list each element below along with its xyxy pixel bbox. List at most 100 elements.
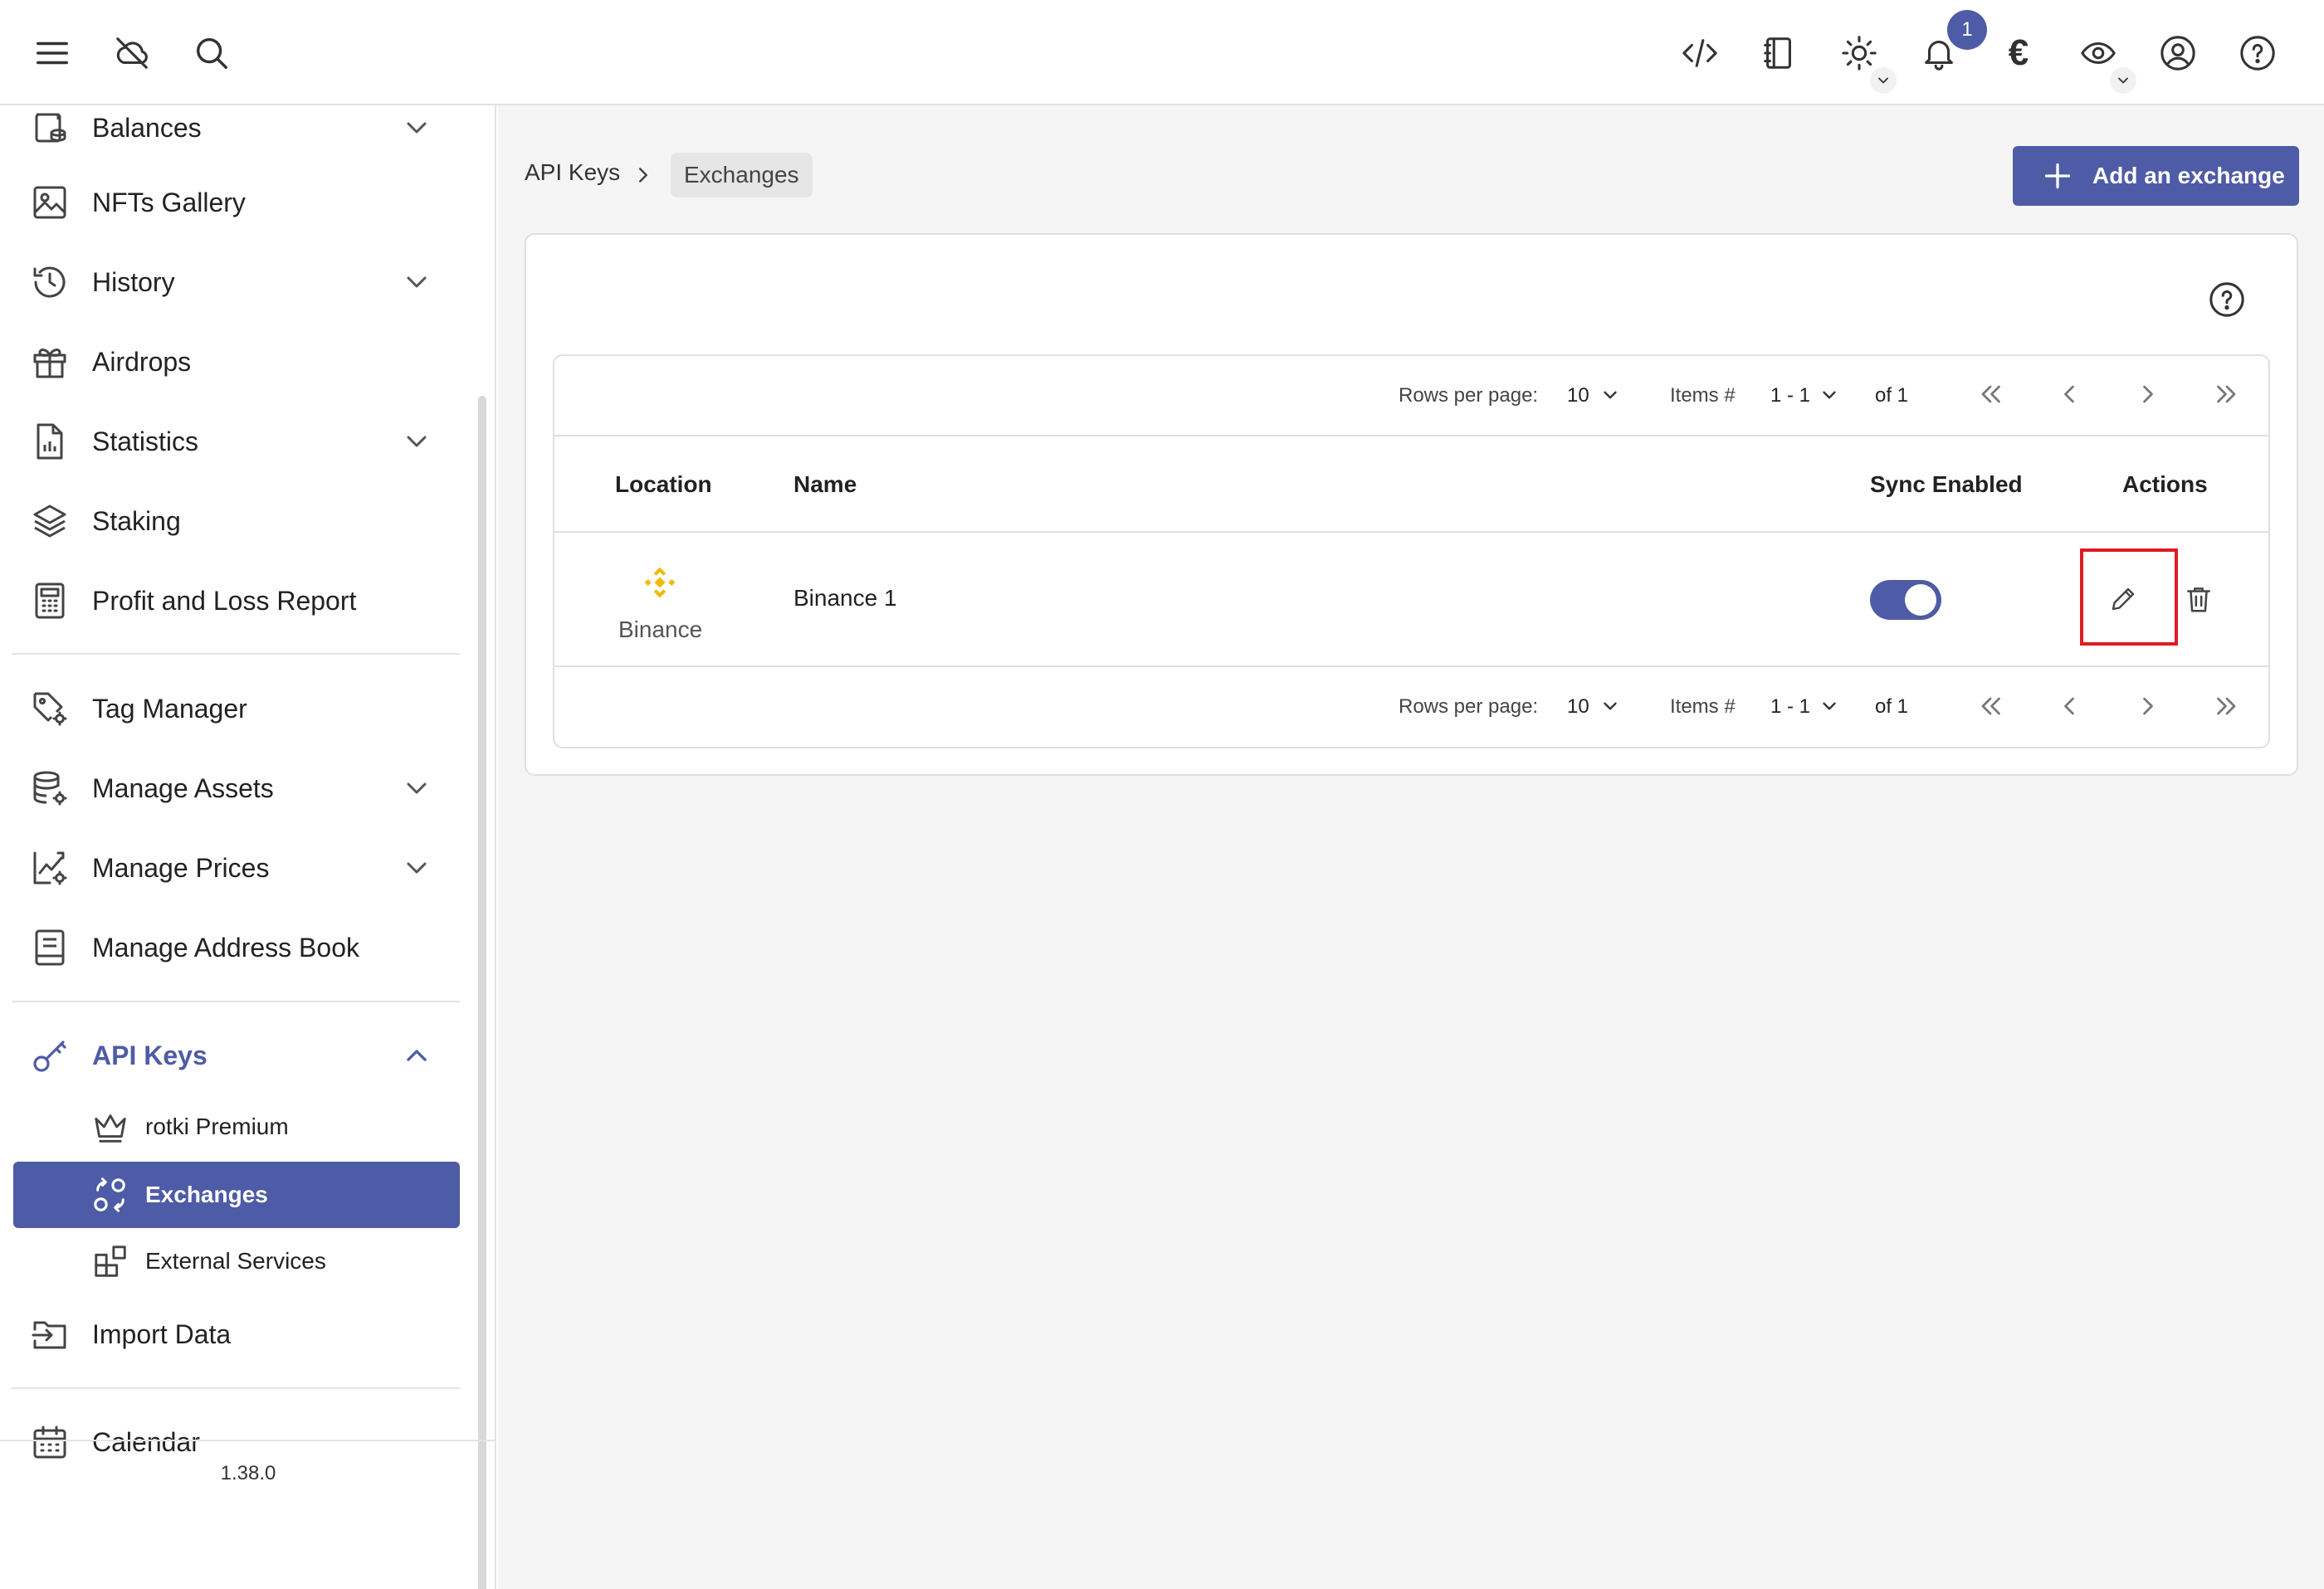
- notification-badge: 1: [1947, 10, 1987, 50]
- sync-enabled-toggle[interactable]: [1870, 580, 1941, 620]
- exchange-icon: [91, 1176, 129, 1214]
- column-header-sync-enabled: Sync Enabled: [1870, 471, 2023, 497]
- last-page-icon[interactable]: [2212, 691, 2242, 721]
- sidebar-item-nfts-gallery[interactable]: NFTs Gallery: [13, 166, 460, 239]
- rows-per-page-label: Rows per page:: [1399, 695, 1539, 718]
- sidebar-item-label: Profit and Loss Report: [92, 585, 357, 616]
- sidebar-item-manage-assets[interactable]: Manage Assets: [13, 752, 460, 825]
- sidebar-subitem-external-services[interactable]: External Services: [13, 1228, 460, 1294]
- sidebar-item-label: Tag Manager: [92, 693, 247, 724]
- sidebar-subitem-rotki-premium[interactable]: rotki Premium: [13, 1094, 460, 1160]
- chevron-down-icon[interactable]: [1599, 384, 1621, 406]
- sidebar-divider: [12, 1387, 460, 1389]
- rows-per-page-select[interactable]: 10: [1567, 384, 1589, 407]
- sidebar-subitem-exchanges[interactable]: Exchanges: [13, 1162, 460, 1228]
- chevron-down-icon[interactable]: [400, 425, 433, 458]
- folder-import-icon: [30, 1314, 70, 1354]
- table-divider: [554, 531, 2269, 533]
- sidebar-item-label: Statistics: [92, 426, 199, 456]
- sidebar-divider: [12, 653, 460, 655]
- sidebar-item-manage-address-book[interactable]: Manage Address Book: [13, 911, 460, 984]
- sidebar-item-label: Manage Assets: [92, 773, 274, 803]
- add-exchange-button[interactable]: Add an exchange: [2013, 146, 2299, 206]
- page-count: of 1: [1875, 695, 1909, 718]
- chevron-down-icon[interactable]: [1819, 695, 1840, 717]
- column-header-name[interactable]: Name: [793, 471, 857, 498]
- rows-per-page-label: Rows per page:: [1399, 384, 1539, 407]
- last-page-icon[interactable]: [2212, 379, 2242, 409]
- add-exchange-label: Add an exchange: [2092, 163, 2285, 188]
- table-divider: [554, 435, 2269, 436]
- history-icon: [30, 262, 70, 302]
- euro-icon[interactable]: €: [1990, 24, 2048, 82]
- next-page-icon[interactable]: [2133, 379, 2163, 409]
- chevron-down-icon[interactable]: [400, 266, 433, 299]
- sidebar-scrollbar[interactable]: [478, 396, 486, 1589]
- table-divider: [554, 665, 2269, 667]
- account-icon[interactable]: [2149, 24, 2207, 82]
- previous-page-icon[interactable]: [2054, 379, 2084, 409]
- column-header-location[interactable]: Location: [615, 471, 712, 498]
- sidebar-item-import-data[interactable]: Import Data: [13, 1298, 460, 1371]
- breadcrumb-api-keys[interactable]: API Keys: [525, 159, 620, 186]
- cloud-off-icon[interactable]: [103, 24, 161, 82]
- sidebar-item-balances[interactable]: Balances: [13, 105, 460, 164]
- sidebar-subitem-label: Exchanges: [145, 1182, 268, 1207]
- chevron-down-icon[interactable]: [400, 851, 433, 885]
- database-gear-icon: [30, 768, 70, 808]
- chevron-down-icon[interactable]: [1599, 695, 1621, 717]
- search-icon[interactable]: [183, 24, 241, 82]
- calculator-icon: [30, 581, 70, 621]
- theme-caret-icon[interactable]: [1870, 67, 1897, 94]
- notebook-icon[interactable]: [1750, 24, 1808, 82]
- gift-icon: [30, 342, 70, 382]
- sidebar-item-label: Import Data: [92, 1318, 232, 1349]
- sidebar-item-airdrops[interactable]: Airdrops: [13, 325, 460, 398]
- pencil-icon[interactable]: [2108, 584, 2138, 614]
- sidebar-item-label: API Keys: [92, 1040, 208, 1070]
- page-count: of 1: [1875, 384, 1909, 407]
- chart-gear-icon: [30, 848, 70, 888]
- currency-symbol: €: [2008, 32, 2029, 73]
- sidebar-item-tag-manager[interactable]: Tag Manager: [13, 672, 460, 745]
- sidebar-item-label: Staking: [92, 505, 181, 536]
- sidebar-item-api-keys[interactable]: API Keys: [13, 1019, 460, 1092]
- column-header-actions: Actions: [2122, 471, 2208, 497]
- file-chart-icon: [30, 422, 70, 461]
- sidebar-item-staking[interactable]: Staking: [13, 485, 460, 558]
- menu-icon[interactable]: [23, 24, 81, 82]
- chevron-down-icon[interactable]: [400, 772, 433, 805]
- first-page-icon[interactable]: [1975, 691, 2005, 721]
- trash-icon[interactable]: [2183, 583, 2214, 615]
- sidebar-item-history[interactable]: History: [13, 246, 460, 319]
- apps-add-icon: [91, 1242, 129, 1280]
- first-page-icon[interactable]: [1975, 379, 2005, 409]
- sidebar-item-label: Manage Address Book: [92, 932, 359, 963]
- wallet-icon: [30, 108, 70, 148]
- items-range-select[interactable]: 1 - 1: [1770, 384, 1810, 407]
- sidebar-item-label: History: [92, 266, 175, 297]
- privacy-caret-icon[interactable]: [2110, 67, 2136, 94]
- chevron-down-icon[interactable]: [400, 111, 433, 144]
- exchanges-table: [553, 354, 2270, 748]
- previous-page-icon[interactable]: [2054, 691, 2084, 721]
- next-page-icon[interactable]: [2133, 691, 2163, 721]
- sidebar-subitem-label: rotki Premium: [145, 1114, 289, 1139]
- sidebar-item-manage-prices[interactable]: Manage Prices: [13, 831, 460, 904]
- sidebar-item-profit-and-loss-report[interactable]: Profit and Loss Report: [13, 564, 460, 637]
- crown-icon: [91, 1108, 129, 1146]
- help-icon[interactable]: [2229, 24, 2287, 82]
- chevron-down-icon[interactable]: [1819, 384, 1840, 406]
- book-icon: [30, 928, 70, 968]
- help-icon[interactable]: [2208, 280, 2246, 319]
- items-range-select[interactable]: 1 - 1: [1770, 695, 1810, 719]
- location-label: Binance: [618, 617, 703, 642]
- breadcrumb-exchanges: Exchanges: [671, 153, 813, 197]
- chevron-up-icon[interactable]: [400, 1039, 433, 1072]
- sidebar-item-statistics[interactable]: Statistics: [13, 405, 460, 478]
- sidebar-item-label: Airdrops: [92, 346, 192, 377]
- code-icon[interactable]: [1671, 24, 1729, 82]
- sidebar-divider: [12, 1001, 460, 1002]
- rows-per-page-select[interactable]: 10: [1567, 695, 1589, 719]
- image-icon: [30, 183, 70, 222]
